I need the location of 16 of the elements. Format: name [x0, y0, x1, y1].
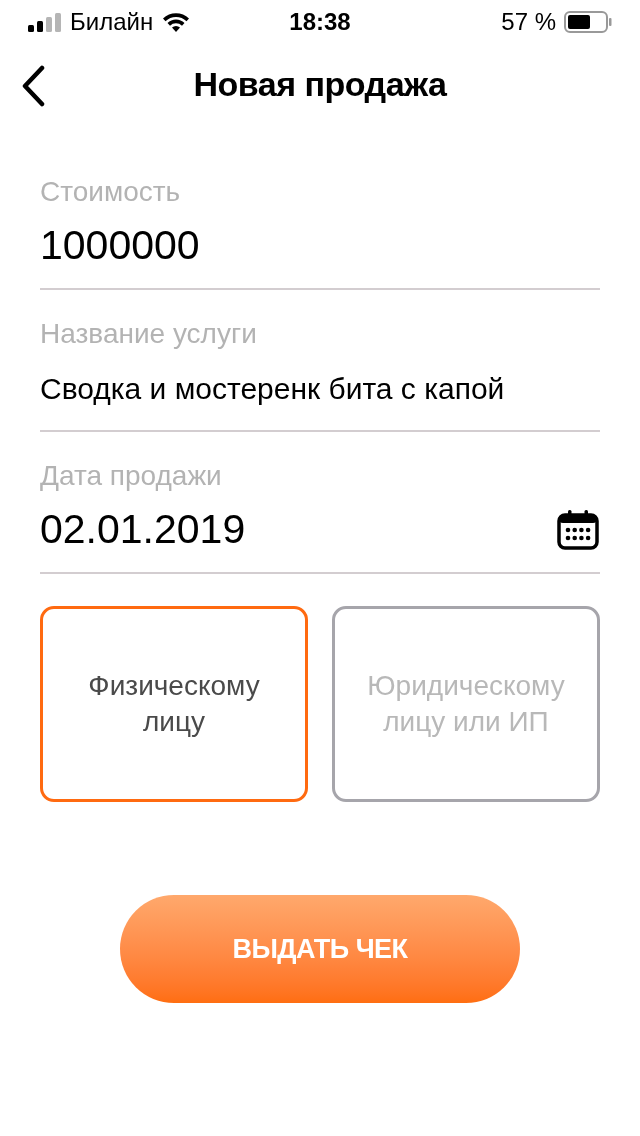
battery-icon	[564, 11, 612, 33]
field-label: Дата продажи	[40, 459, 223, 493]
field-label: Название услуги	[40, 317, 258, 351]
carrier-name: Билайн	[70, 7, 154, 37]
battery-percent: 57 %	[501, 7, 556, 37]
date-field[interactable]: 02.01.2019	[40, 499, 556, 561]
field-label: Стоимость	[40, 175, 182, 209]
back-icon	[20, 65, 46, 107]
signal-icon	[28, 12, 62, 32]
client-type-option[interactable]: Физическому лицу	[40, 606, 308, 802]
input-field[interactable]: Сводка и мостеренк бита с капой	[40, 365, 600, 411]
wifi-icon	[161, 11, 192, 33]
status-time: 18:38	[289, 7, 351, 37]
screen-title: Новая продажа	[193, 63, 447, 105]
calendar-icon[interactable]	[556, 509, 600, 551]
input-field[interactable]: 1000000	[40, 215, 600, 277]
